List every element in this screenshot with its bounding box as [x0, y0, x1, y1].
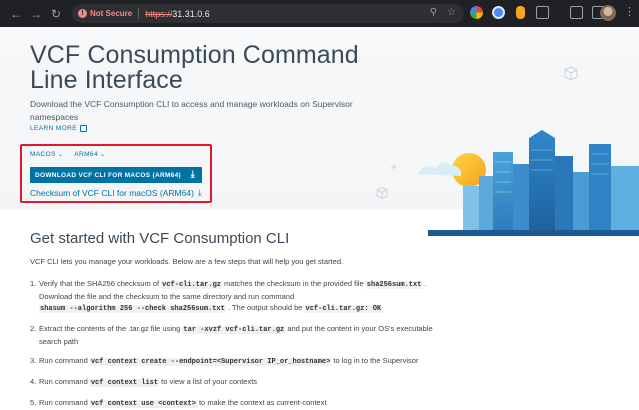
cube-outline-icon [564, 66, 578, 81]
forward-arrow-icon[interactable]: → [28, 6, 44, 22]
extension-blue-icon[interactable] [492, 6, 505, 19]
step-text: and put the content in your OS's executa… [285, 324, 433, 333]
os-dropdown-label: MACOS [30, 151, 56, 158]
steps-list: 1. Verify that the SHA256 checksum of vc… [30, 278, 610, 410]
get-started-heading: Get started with VCF Consumption CLI [30, 230, 290, 247]
learn-more-link[interactable]: LEARN MORE [30, 125, 87, 132]
list-item: 2. Extract the contents of the .tar.gz f… [30, 323, 610, 347]
code-snippet: vcf context create --endpoint=<Superviso… [89, 358, 332, 366]
os-dropdown[interactable]: MACOS ⌄ [30, 151, 63, 158]
step-text: Run command [39, 377, 90, 386]
step-text: . [422, 279, 427, 288]
building-shape [529, 130, 555, 236]
step-text: Extract the contents of the .tar.gz file… [39, 324, 183, 333]
profile-avatar[interactable] [600, 5, 616, 21]
list-item: 3. Run command vcf context create --endp… [30, 355, 610, 368]
step-number: 1. [30, 279, 37, 288]
extensions-puzzle-icon[interactable] [536, 6, 549, 19]
extension-color-icon[interactable] [470, 6, 483, 19]
city-illustration [376, 66, 639, 236]
building-shape [493, 152, 513, 236]
download-cli-label: DOWNLOAD VCF CLI FOR MACOS (ARM64) [35, 171, 181, 179]
checksum-link[interactable]: Checksum of VCF CLI for macOS (ARM64) ⤓ [30, 187, 202, 198]
reload-icon[interactable]: ↻ [48, 6, 64, 22]
cube-outline-icon [376, 187, 388, 199]
hero-section: VCF Consumption Command Line Interface D… [0, 27, 639, 236]
url-host: 31.31.0.6 [172, 8, 210, 19]
step-text: to view a list of your contexts [159, 377, 258, 386]
divider [138, 8, 140, 19]
building-shape [589, 144, 611, 236]
code-snippet: vcf context use <context> [89, 400, 197, 408]
list-item: 1. Verify that the SHA256 checksum of vc… [30, 278, 610, 315]
building-shape [573, 172, 589, 236]
building-shape [513, 164, 529, 236]
external-link-icon [79, 125, 87, 132]
step-number: 3. [30, 356, 37, 365]
list-item: 4. Run command vcf context list to view … [30, 376, 610, 389]
extension-orange-icon[interactable] [516, 6, 525, 19]
download-icon: ⤓ [190, 169, 195, 179]
not-secure-label: Not Secure [90, 9, 133, 18]
checksum-label: Checksum of VCF CLI for macOS (ARM64) [30, 187, 194, 198]
page-description: Download the VCF Consumption CLI to acce… [30, 99, 353, 122]
step-text: Verify that the SHA256 checksum of [39, 279, 162, 288]
step-text: to log in to the Supervisor [331, 356, 419, 365]
back-arrow-icon[interactable]: ← [8, 6, 24, 22]
step-text: search path [39, 337, 79, 346]
code-snippet: shasum --algorithm 256 --check sha256sum… [39, 305, 226, 313]
get-started-intro: VCF CLI lets you manage your workloads. … [30, 257, 344, 266]
page-title: VCF Consumption Command Line Interface [30, 41, 359, 94]
step-text: Run command [39, 356, 90, 365]
list-item: 5. Run command vcf context use <context>… [30, 397, 610, 410]
step-number: 4. [30, 377, 37, 386]
warning-icon: ! [78, 9, 87, 18]
url-scheme: https:// [145, 8, 173, 19]
chevron-down-icon: ⌄ [57, 152, 64, 158]
chevron-down-icon: ⌄ [99, 152, 106, 158]
code-snippet: tar -xvzf vcf-cli.tar.gz [182, 326, 286, 334]
code-snippet: vcf context list [89, 379, 160, 387]
code-snippet: vcf-cli.tar.gz: OK [304, 305, 383, 313]
zoom-icon[interactable]: ⚲ [430, 7, 437, 18]
step-number: 5. [30, 398, 37, 407]
step-text: matches the checksum in the provided fil… [221, 279, 366, 288]
building-shape [463, 186, 479, 236]
address-bar[interactable]: ! Not Secure https:// 31.31.0.6 ⚲ ☆ [72, 4, 464, 23]
reading-list-icon[interactable] [570, 6, 583, 19]
step-text: . The output should be [225, 303, 305, 312]
learn-more-label: LEARN MORE [30, 125, 77, 132]
building-shape [479, 176, 493, 236]
step-text: Run command [39, 398, 90, 407]
browser-toolbar: ← → ↻ ! Not Secure https:// 31.31.0.6 ⚲ … [0, 0, 639, 27]
code-snippet: vcf-cli.tar.gz [161, 281, 222, 289]
building-shape [555, 156, 573, 236]
sparkle-icon [391, 164, 397, 170]
code-snippet: sha256sum.txt [365, 281, 423, 289]
step-number: 2. [30, 324, 37, 333]
building-shape [611, 166, 639, 236]
bookmark-star-icon[interactable]: ☆ [447, 7, 456, 18]
arch-dropdown-label: ARM64 [74, 151, 98, 158]
menu-kebab-icon[interactable]: ⋮ [624, 6, 635, 19]
download-cli-button[interactable]: DOWNLOAD VCF CLI FOR MACOS (ARM64) ⤓ [30, 167, 202, 183]
step-text: to make the context as current-context [196, 398, 327, 407]
step-text: Download the file and the checksum to th… [39, 292, 295, 301]
ground-shape [428, 230, 639, 236]
not-secure-badge[interactable]: ! Not Secure [78, 9, 132, 18]
arch-dropdown[interactable]: ARM64 ⌄ [74, 151, 105, 158]
download-icon: ⤓ [197, 187, 202, 197]
